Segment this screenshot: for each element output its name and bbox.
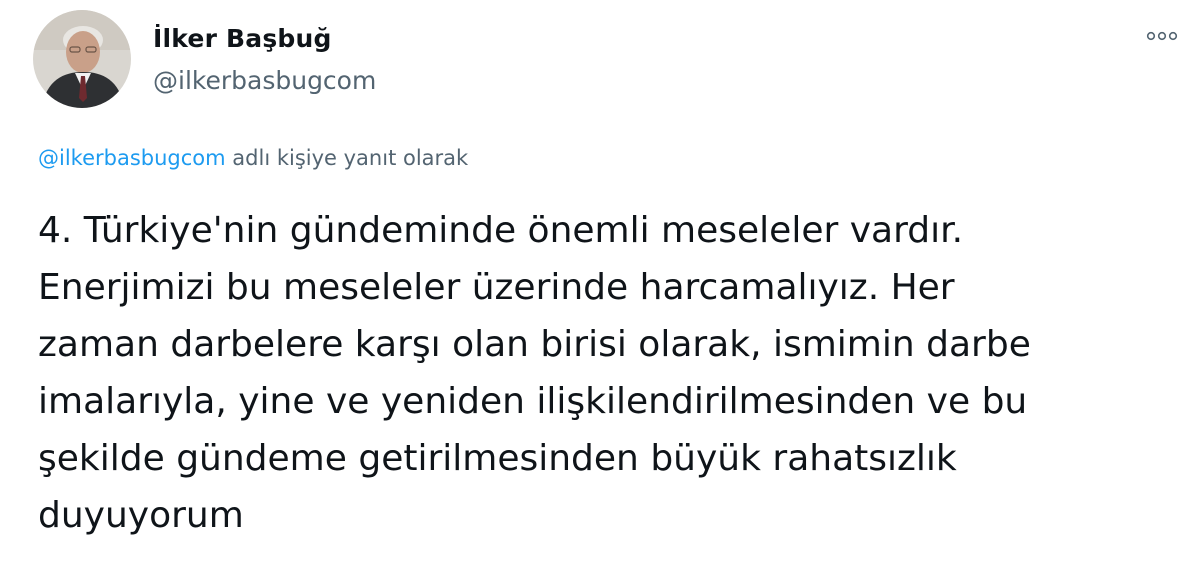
tweet-text-line: imalarıyla, yine ve yeniden ilişkilendir… xyxy=(38,381,1028,422)
more-options-icon[interactable] xyxy=(1142,22,1182,50)
reply-context-text: adlı kişiye yanıt olarak xyxy=(232,146,469,170)
author-handle[interactable]: @ilkerbasbugcom xyxy=(153,66,376,95)
avatar[interactable] xyxy=(33,10,131,108)
author-display-name[interactable]: İlker Başbuğ xyxy=(153,24,332,53)
profile-photo-icon xyxy=(33,10,131,108)
tweet-text-line: 4. Türkiye'nin gündeminde önemli meselel… xyxy=(38,210,964,251)
tweet-card: İlker Başbuğ @ilkerbasbugcom @ilkerbasbu… xyxy=(0,0,1200,580)
tweet-body: 4. Türkiye'nin gündeminde önemli meselel… xyxy=(38,202,1178,544)
reply-context: @ilkerbasbugcom adlı kişiye yanıt olarak xyxy=(38,146,468,170)
reply-handle-link[interactable]: @ilkerbasbugcom xyxy=(38,146,226,170)
tweet-text-line: zaman darbelere karşı olan birisi olarak… xyxy=(38,324,1031,365)
tweet-text-line: duyuyorum xyxy=(38,495,244,536)
tweet-text-line: şekilde gündeme getirilmesinden büyük ra… xyxy=(38,438,957,479)
tweet-text-line: Enerjimizi bu meseleler üzerinde harcama… xyxy=(38,267,955,308)
